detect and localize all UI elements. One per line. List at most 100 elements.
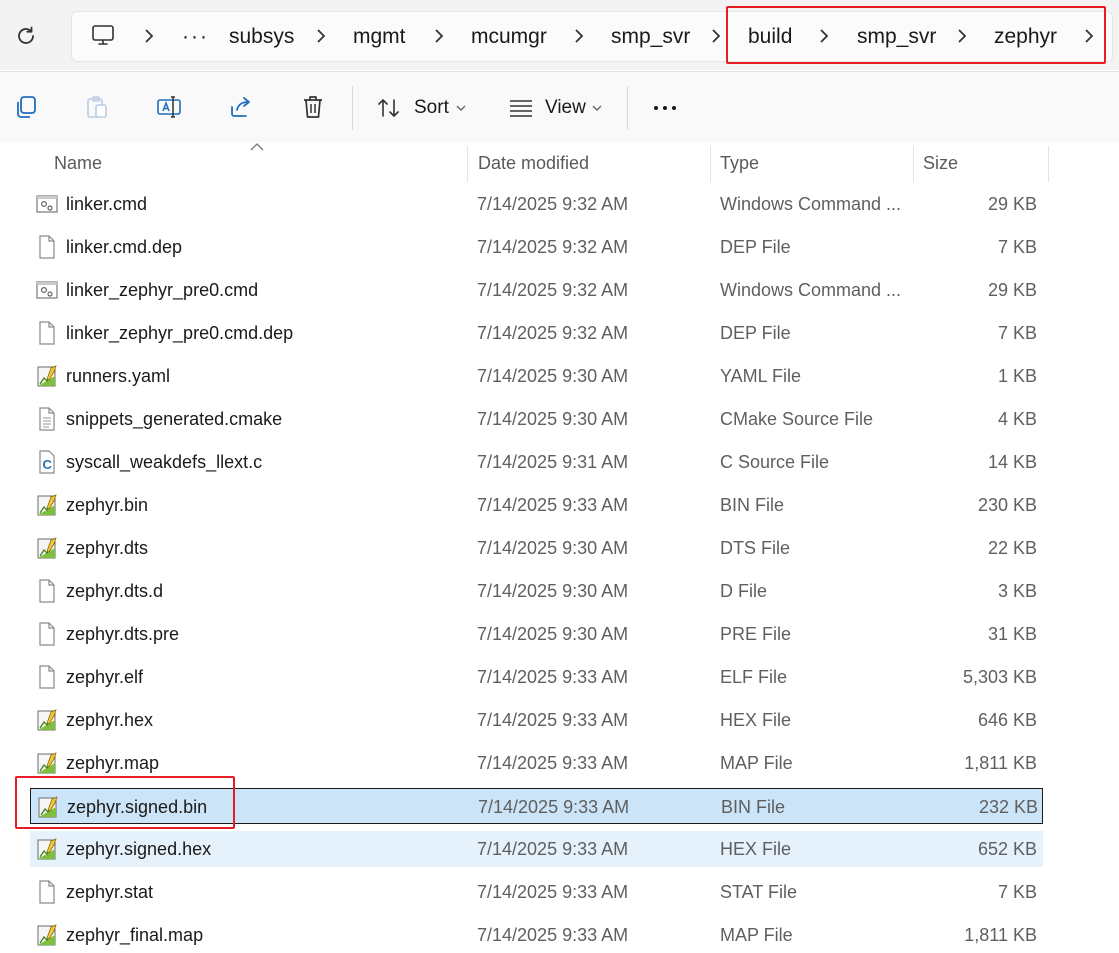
- rename-icon[interactable]: [156, 94, 182, 120]
- file-date-modified: 7/14/2025 9:30 AM: [477, 409, 629, 429]
- toolbar-divider: [627, 86, 628, 130]
- file-date-modified: 7/14/2025 9:33 AM: [477, 710, 629, 730]
- file-size: 7 KB: [997, 323, 1037, 343]
- view-label: View: [545, 97, 586, 118]
- breadcrumb-subsys[interactable]: subsys: [229, 12, 294, 61]
- column-header-row: Name Date modified Type Size: [0, 142, 1119, 184]
- file-name: linker_zephyr_pre0.cmd.dep: [66, 323, 294, 343]
- file-row[interactable]: linker.cmd 7/14/2025 9:32 AM Windows Comma…: [30, 186, 1043, 222]
- path-highlight-annotation: [726, 6, 1106, 64]
- file-size: 7 KB: [997, 882, 1037, 902]
- file-date-modified: 7/14/2025 9:30 AM: [477, 538, 629, 558]
- file-type: HEX File: [720, 839, 792, 859]
- view-icon: [510, 100, 532, 117]
- column-date-modified[interactable]: Date modified: [478, 142, 589, 184]
- file-size: 29 KB: [987, 280, 1037, 300]
- file-row[interactable]: zephyr.dts.d 7/14/2025 9:30 AM D File 3 KB: [30, 573, 1043, 609]
- file-row[interactable]: zephyr.dts.pre 7/14/2025 9:30 AM PRE File 3…: [30, 616, 1043, 652]
- file-row[interactable]: zephyr_final.map 7/14/2025 9:33 AM MAP Fil…: [30, 917, 1043, 953]
- copy-icon[interactable]: [13, 94, 39, 120]
- file-type: DEP File: [720, 323, 791, 343]
- sort-label: Sort: [414, 97, 449, 118]
- file-row[interactable]: zephyr.bin 7/14/2025 9:33 AM BIN File 230 K…: [30, 487, 1043, 523]
- file-date-modified: 7/14/2025 9:33 AM: [477, 495, 629, 515]
- paste-icon[interactable]: [84, 94, 110, 120]
- svg-text:C: C: [43, 457, 53, 472]
- file-date-modified: 7/14/2025 9:32 AM: [477, 194, 629, 214]
- sort-ascending-icon: [250, 143, 264, 151]
- file-row[interactable]: zephyr.signed.hex 7/14/2025 9:33 AM HEX Fi…: [30, 831, 1043, 867]
- file-date-modified: 7/14/2025 9:33 AM: [477, 925, 629, 945]
- file-type: Windows Command ...: [720, 280, 902, 300]
- file-name: syscall_weakdefs_llext.c: [66, 452, 263, 472]
- file-type: C Source File: [720, 452, 830, 472]
- file-name: linker.cmd.dep: [66, 237, 183, 257]
- file-name: linker_zephyr_pre0.cmd: [66, 280, 259, 300]
- file-date-modified: 7/14/2025 9:33 AM: [478, 797, 630, 817]
- file-date-modified: 7/14/2025 9:30 AM: [477, 581, 629, 601]
- file-row[interactable]: snippets_generated.cmake 7/14/2025 9:30 A…: [30, 401, 1043, 437]
- file-row[interactable]: linker_zephyr_pre0.cmd 7/14/2025 9:32 AM W…: [30, 272, 1043, 308]
- view-button[interactable]: View: [508, 86, 618, 130]
- file-date-modified: 7/14/2025 9:32 AM: [477, 323, 629, 343]
- delete-icon[interactable]: [300, 94, 326, 120]
- file-row[interactable]: Csyscall_weakdefs_llext.c 7/14/2025 9:31 …: [30, 444, 1043, 480]
- file-type: Windows Command ...: [720, 194, 902, 214]
- file-size: 1,811 KB: [964, 753, 1037, 773]
- file-type: BIN File: [720, 495, 785, 515]
- file-size: 232 KB: [978, 797, 1038, 817]
- sort-icon: [378, 99, 399, 117]
- chevron-right-icon[interactable]: [570, 27, 588, 45]
- file-size: 230 KB: [977, 495, 1037, 515]
- column-divider[interactable]: [913, 146, 914, 182]
- file-date-modified: 7/14/2025 9:33 AM: [477, 667, 629, 687]
- column-size[interactable]: Size: [923, 142, 958, 184]
- file-type: HEX File: [720, 710, 792, 730]
- file-size: 1,811 KB: [964, 925, 1037, 945]
- refresh-icon[interactable]: [14, 24, 38, 48]
- toolbar-divider: [352, 86, 353, 130]
- breadcrumb-mcumgr[interactable]: mcumgr: [471, 12, 547, 61]
- file-highlight-annotation: [15, 776, 235, 829]
- file-row[interactable]: runners.yaml 7/14/2025 9:30 AM YAML File 1 …: [30, 358, 1043, 394]
- file-row[interactable]: linker_zephyr_pre0.cmd.dep 7/14/2025 9:32…: [30, 315, 1043, 351]
- file-size: 4 KB: [997, 409, 1037, 429]
- column-divider[interactable]: [467, 146, 468, 182]
- file-date-modified: 7/14/2025 9:30 AM: [477, 366, 629, 386]
- file-name: zephyr.dts.d: [66, 581, 164, 601]
- breadcrumb-overflow[interactable]: ···: [182, 12, 209, 61]
- file-date-modified: 7/14/2025 9:33 AM: [477, 839, 629, 859]
- column-divider[interactable]: [1048, 146, 1049, 182]
- sort-button[interactable]: Sort: [376, 86, 476, 130]
- file-size: 29 KB: [987, 194, 1037, 214]
- chevron-right-icon[interactable]: [140, 27, 158, 45]
- file-row[interactable]: zephyr.hex 7/14/2025 9:33 AM HEX File 646 K…: [30, 702, 1043, 738]
- file-row[interactable]: zephyr.stat 7/14/2025 9:33 AM STAT File 7 K…: [30, 874, 1043, 910]
- column-name[interactable]: Name: [54, 142, 102, 184]
- column-type[interactable]: Type: [720, 142, 759, 184]
- file-row[interactable]: zephyr.dts 7/14/2025 9:30 AM DTS File 22 KB: [30, 530, 1043, 566]
- file-size: 22 KB: [987, 538, 1037, 558]
- chevron-right-icon[interactable]: [312, 27, 330, 45]
- column-divider[interactable]: [710, 146, 711, 182]
- file-name: zephyr.dts: [66, 538, 149, 558]
- breadcrumb-smp-svr[interactable]: smp_svr: [611, 12, 690, 61]
- more-options-icon[interactable]: [652, 94, 678, 120]
- file-name: zephyr.stat: [66, 882, 154, 902]
- file-size: 5,303 KB: [962, 667, 1037, 687]
- file-size: 7 KB: [997, 237, 1037, 257]
- chevron-right-icon[interactable]: [430, 27, 448, 45]
- file-type: MAP File: [720, 925, 793, 945]
- share-icon[interactable]: [228, 94, 254, 120]
- this-pc-icon[interactable]: [90, 23, 116, 49]
- file-name: zephyr.bin: [66, 495, 149, 515]
- file-type: STAT File: [720, 882, 798, 902]
- file-date-modified: 7/14/2025 9:32 AM: [477, 280, 629, 300]
- file-type: CMake Source File: [720, 409, 874, 429]
- breadcrumb-mgmt[interactable]: mgmt: [353, 12, 406, 61]
- chevron-right-icon[interactable]: [707, 27, 725, 45]
- file-row[interactable]: zephyr.elf 7/14/2025 9:33 AM ELF File 5,303…: [30, 659, 1043, 695]
- file-row[interactable]: linker.cmd.dep 7/14/2025 9:32 AM DEP File 7…: [30, 229, 1043, 265]
- file-name: snippets_generated.cmake: [66, 409, 283, 429]
- file-name: zephyr.hex: [66, 710, 154, 730]
